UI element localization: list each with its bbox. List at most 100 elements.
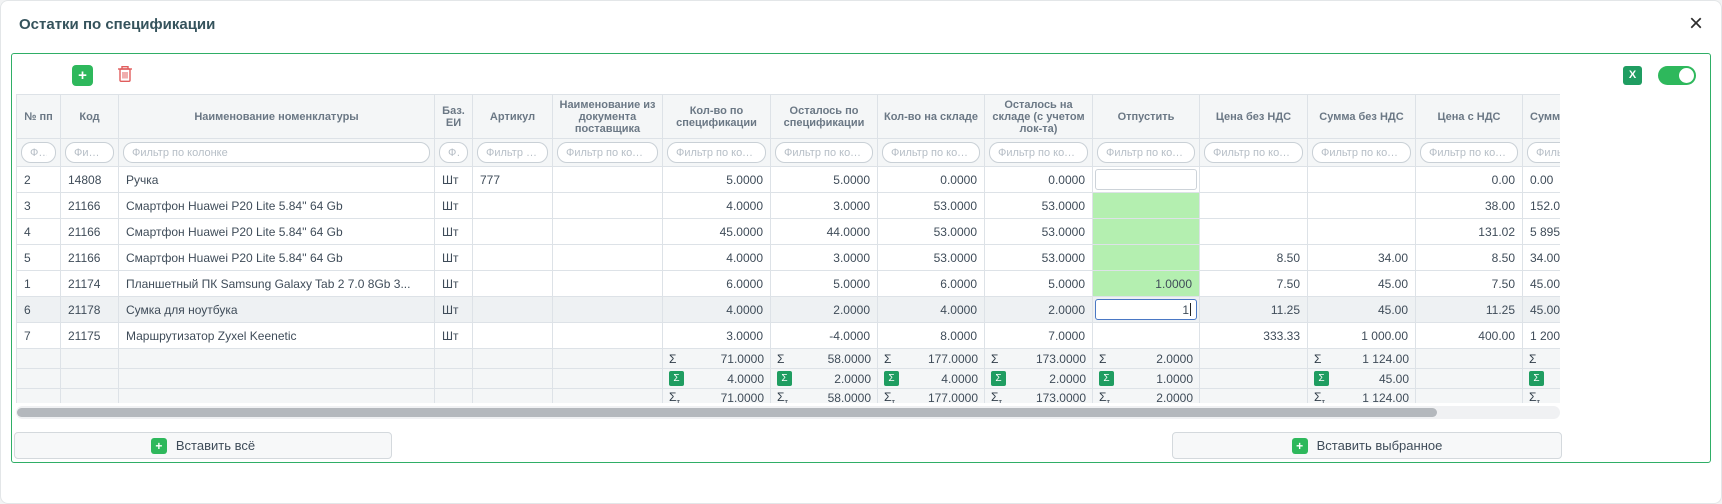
- table-row[interactable]: 621178Сумка для ноутбукаШт4.00002.00004.…: [17, 297, 1561, 323]
- stock-table: № ппКодНаименование номенклатурыБаз. ЕИА…: [16, 94, 1560, 403]
- filter-input-sum_no_vat[interactable]: [1312, 142, 1411, 163]
- sigma-icon: Σ: [1314, 352, 1321, 366]
- dialog-actions: + Вставить всё + Вставить выбранное: [14, 432, 1562, 459]
- column-header-rem_spec[interactable]: Осталось по спецификации: [771, 95, 878, 139]
- filter-input-release[interactable]: [1097, 142, 1195, 163]
- filter-input-price_no_vat[interactable]: [1204, 142, 1303, 163]
- column-header-num[interactable]: № пп: [17, 95, 61, 139]
- summary-cell-rem_spec: Σ2.0000: [771, 369, 878, 389]
- cell-code: 21178: [61, 297, 119, 323]
- cell-price_vat: 8.50: [1416, 245, 1523, 271]
- column-header-qty_spec[interactable]: Кол-во по спецификации: [663, 95, 771, 139]
- summary-cell-qty_spec: Σ71.0000: [663, 349, 771, 369]
- filter-cell-qty_stock: [878, 139, 985, 167]
- delete-row-button[interactable]: [115, 65, 135, 85]
- cell-qty_spec: 4.0000: [663, 245, 771, 271]
- column-header-release[interactable]: Отпустить: [1093, 95, 1200, 139]
- filter-input-price_vat[interactable]: [1420, 142, 1518, 163]
- summary-cell-empty: [61, 349, 119, 369]
- summary-cell-qty_stock: Σ177.0000: [878, 349, 985, 369]
- filter-cell-price_no_vat: [1200, 139, 1308, 167]
- column-header-name[interactable]: Наименование номенклатуры: [119, 95, 435, 139]
- cell-sum_vat: 5 895.90: [1523, 219, 1561, 245]
- filter-input-name[interactable]: [123, 142, 430, 163]
- sigma-icon: Σт: [1529, 390, 1540, 403]
- cell-rem_stock: 0.0000: [985, 167, 1093, 193]
- summary-cell-empty: [1200, 389, 1308, 404]
- column-header-sum_vat[interactable]: Сумма с НДС: [1523, 95, 1561, 139]
- cell-price_no_vat: 7.50: [1200, 271, 1308, 297]
- cell-doc_name: [553, 271, 663, 297]
- table-row[interactable]: 721175Маршрутизатор Zyxel KeeneticШт3.00…: [17, 323, 1561, 349]
- filter-input-doc_name[interactable]: [557, 142, 658, 163]
- filter-input-rem_spec[interactable]: [775, 142, 873, 163]
- summary-value: 4.0000: [941, 372, 978, 386]
- column-header-price_vat[interactable]: Цена с НДС: [1416, 95, 1523, 139]
- cell-doc_name: [553, 219, 663, 245]
- cell-sum_vat: 45.00: [1523, 271, 1561, 297]
- insert-all-button[interactable]: + Вставить всё: [14, 432, 392, 459]
- cell-price_no_vat: [1200, 219, 1308, 245]
- column-header-qty_stock[interactable]: Кол-во на складе: [878, 95, 985, 139]
- column-header-article[interactable]: Артикул: [473, 95, 553, 139]
- filter-input-code[interactable]: [65, 142, 114, 163]
- column-header-rem_stock[interactable]: Осталось на складе (с учетом лок-та): [985, 95, 1093, 139]
- cell-rem_spec: 3.0000: [771, 245, 878, 271]
- add-row-button[interactable]: +: [72, 65, 93, 86]
- filter-cell-code: [61, 139, 119, 167]
- table-row[interactable]: 214808РучкаШт7775.00005.00000.00000.0000…: [17, 167, 1561, 193]
- horizontal-scrollbar[interactable]: [16, 406, 1560, 419]
- text-cursor: [1190, 303, 1191, 316]
- cell-qty_stock: 53.0000: [878, 219, 985, 245]
- table-row[interactable]: 121174Планшетный ПК Samsung Galaxy Tab 2…: [17, 271, 1561, 297]
- filter-cell-rem_spec: [771, 139, 878, 167]
- filter-input-qty_spec[interactable]: [667, 142, 766, 163]
- cell-qty_spec: 3.0000: [663, 323, 771, 349]
- summary-cell-empty: [473, 349, 553, 369]
- filter-cell-price_vat: [1416, 139, 1523, 167]
- export-excel-button[interactable]: X: [1623, 66, 1642, 85]
- filter-input-sum_vat[interactable]: [1527, 142, 1560, 163]
- insert-selected-label: Вставить выбранное: [1317, 438, 1443, 453]
- filter-input-qty_stock[interactable]: [882, 142, 980, 163]
- summary-cell-sum_no_vat: Σ45.00: [1308, 369, 1416, 389]
- cell-price_vat: 0.00: [1416, 167, 1523, 193]
- filter-input-rem_stock[interactable]: [989, 142, 1088, 163]
- summary-cell-empty: [435, 369, 473, 389]
- cell-release: 1.0000: [1093, 271, 1200, 297]
- filter-input-unit[interactable]: [439, 142, 468, 163]
- column-header-doc_name[interactable]: Наименование из документа поставщика: [553, 95, 663, 139]
- column-header-price_no_vat[interactable]: Цена без НДС: [1200, 95, 1308, 139]
- cell-name: Маршрутизатор Zyxel Keenetic: [119, 323, 435, 349]
- toggle-switch[interactable]: [1658, 66, 1696, 85]
- cell-code: 21166: [61, 193, 119, 219]
- filter-input-article[interactable]: [477, 142, 548, 163]
- release-input[interactable]: 1: [1095, 299, 1197, 320]
- table-row[interactable]: 521166Смартфон Huawei P20 Lite 5.84'' 64…: [17, 245, 1561, 271]
- dialog-title: Остатки по спецификации: [19, 16, 215, 33]
- column-header-sum_no_vat[interactable]: Сумма без НДС: [1308, 95, 1416, 139]
- close-icon[interactable]: ×: [1689, 12, 1703, 36]
- column-header-unit[interactable]: Баз. ЕИ: [435, 95, 473, 139]
- summary-cell-rem_stock: Σт173.0000: [985, 389, 1093, 404]
- cell-price_vat: 400.00: [1416, 323, 1523, 349]
- sigma-icon: Σ: [669, 371, 684, 386]
- sigma-icon: Σт: [669, 390, 680, 403]
- cell-qty_stock: 53.0000: [878, 193, 985, 219]
- summary-value: 1 124.00: [1362, 352, 1409, 366]
- cell-rem_stock: 7.0000: [985, 323, 1093, 349]
- summary-cell-sum_vat: Σ: [1523, 369, 1561, 389]
- cell-qty_spec: 6.0000: [663, 271, 771, 297]
- cell-rem_spec: 5.0000: [771, 271, 878, 297]
- summary-cell-sum_no_vat: Σ 1 124.00: [1308, 349, 1416, 369]
- insert-selected-button[interactable]: + Вставить выбранное: [1172, 432, 1562, 459]
- cell-release: [1093, 245, 1200, 271]
- filter-input-num[interactable]: [21, 142, 56, 163]
- scrollbar-thumb[interactable]: [17, 408, 1437, 417]
- column-header-code[interactable]: Код: [61, 95, 119, 139]
- release-input[interactable]: [1095, 169, 1197, 190]
- table-row[interactable]: 421166Смартфон Huawei P20 Lite 5.84'' 64…: [17, 219, 1561, 245]
- summary-cell-empty: [1416, 389, 1523, 404]
- summary-value: 71.0000: [721, 352, 764, 366]
- table-row[interactable]: 321166Смартфон Huawei P20 Lite 5.84'' 64…: [17, 193, 1561, 219]
